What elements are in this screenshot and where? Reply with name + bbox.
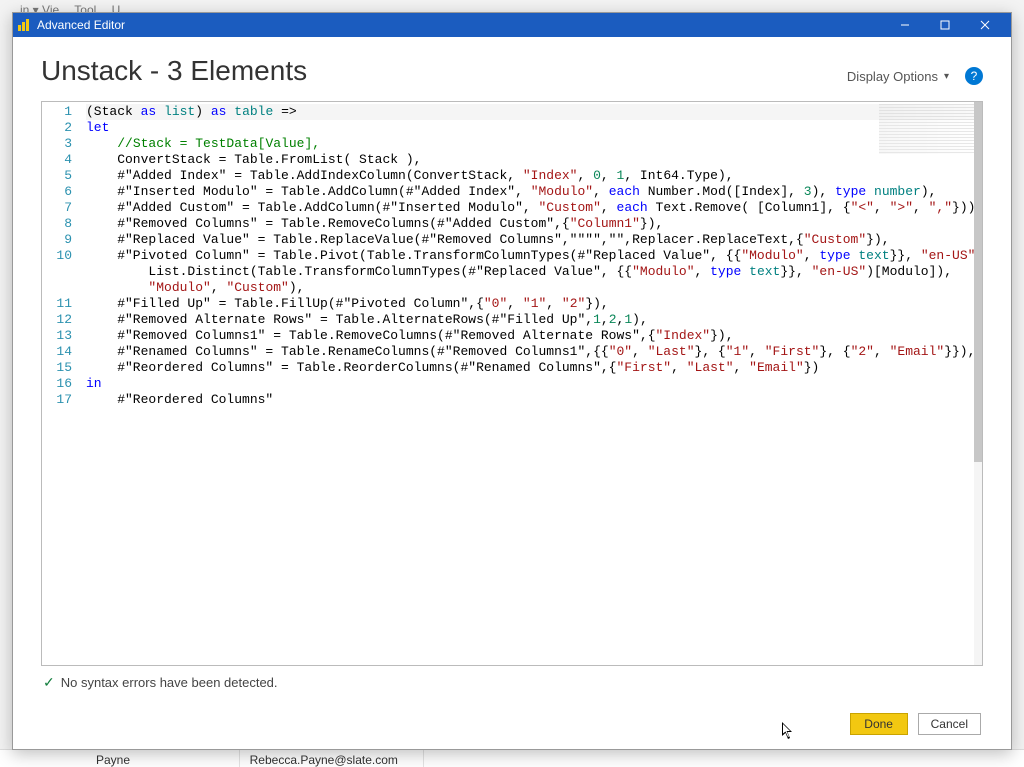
line-number: 1 bbox=[42, 104, 72, 120]
line-number: 8 bbox=[42, 216, 72, 232]
line-number bbox=[42, 280, 72, 296]
code-line[interactable]: let bbox=[86, 120, 982, 136]
window-title: Advanced Editor bbox=[37, 18, 885, 32]
code-line[interactable]: in bbox=[86, 376, 982, 392]
chevron-down-icon: ▾ bbox=[944, 71, 949, 82]
code-line[interactable]: #"Removed Alternate Rows" = Table.Altern… bbox=[86, 312, 982, 328]
background-row: Payne Rebecca.Payne@slate.com bbox=[0, 749, 1024, 767]
checkmark-icon: ✓ bbox=[43, 674, 55, 691]
status-text: No syntax errors have been detected. bbox=[61, 675, 278, 690]
maximize-button[interactable] bbox=[925, 13, 965, 37]
line-number: 13 bbox=[42, 328, 72, 344]
line-number: 7 bbox=[42, 200, 72, 216]
display-options-label: Display Options bbox=[847, 69, 938, 84]
line-number: 6 bbox=[42, 184, 72, 200]
line-number: 10 bbox=[42, 248, 72, 264]
bg-cell-email: Rebecca.Payne@slate.com bbox=[244, 750, 424, 767]
status-bar: ✓ No syntax errors have been detected. bbox=[41, 666, 983, 691]
line-number: 15 bbox=[42, 360, 72, 376]
code-line[interactable]: #"Added Index" = Table.AddIndexColumn(Co… bbox=[86, 168, 982, 184]
line-number: 14 bbox=[42, 344, 72, 360]
vertical-scrollbar[interactable] bbox=[974, 102, 982, 665]
bg-cell-lastname: Payne bbox=[90, 750, 240, 767]
page-title: Unstack - 3 Elements bbox=[41, 55, 841, 87]
advanced-editor-window: Advanced Editor Unstack - 3 Elements Dis… bbox=[12, 12, 1012, 750]
help-icon[interactable]: ? bbox=[965, 67, 983, 85]
code-line[interactable]: //Stack = TestData[Value], bbox=[86, 136, 982, 152]
code-line[interactable]: #"Reordered Columns" = Table.ReorderColu… bbox=[86, 360, 982, 376]
code-line[interactable]: List.Distinct(Table.TransformColumnTypes… bbox=[86, 264, 982, 280]
code-line[interactable]: #"Renamed Columns" = Table.RenameColumns… bbox=[86, 344, 982, 360]
code-line[interactable]: #"Removed Columns1" = Table.RemoveColumn… bbox=[86, 328, 982, 344]
power-bi-icon bbox=[17, 18, 31, 32]
minimap[interactable] bbox=[879, 104, 974, 154]
code-line[interactable]: (Stack as list) as table => bbox=[86, 104, 982, 120]
line-number: 4 bbox=[42, 152, 72, 168]
code-editor[interactable]: 1234567891011121314151617 (Stack as list… bbox=[41, 101, 983, 666]
code-line[interactable]: ConvertStack = Table.FromList( Stack ), bbox=[86, 152, 982, 168]
minimize-button[interactable] bbox=[885, 13, 925, 37]
titlebar[interactable]: Advanced Editor bbox=[13, 13, 1011, 37]
line-number: 2 bbox=[42, 120, 72, 136]
line-number bbox=[42, 264, 72, 280]
line-number-gutter: 1234567891011121314151617 bbox=[42, 102, 82, 665]
line-number: 16 bbox=[42, 376, 72, 392]
code-line[interactable]: "Modulo", "Custom"), bbox=[86, 280, 982, 296]
done-button[interactable]: Done bbox=[850, 713, 908, 735]
code-line[interactable]: #"Inserted Modulo" = Table.AddColumn(#"A… bbox=[86, 184, 982, 200]
line-number: 12 bbox=[42, 312, 72, 328]
code-line[interactable]: #"Removed Columns" = Table.RemoveColumns… bbox=[86, 216, 982, 232]
line-number: 9 bbox=[42, 232, 72, 248]
line-number: 5 bbox=[42, 168, 72, 184]
code-line[interactable]: #"Pivoted Column" = Table.Pivot(Table.Tr… bbox=[86, 248, 982, 264]
close-button[interactable] bbox=[965, 13, 1005, 37]
line-number: 11 bbox=[42, 296, 72, 312]
code-area[interactable]: (Stack as list) as table =>let //Stack =… bbox=[82, 102, 982, 665]
code-line[interactable]: #"Filled Up" = Table.FillUp(#"Pivoted Co… bbox=[86, 296, 982, 312]
line-number: 3 bbox=[42, 136, 72, 152]
cancel-button[interactable]: Cancel bbox=[918, 713, 981, 735]
line-number: 17 bbox=[42, 392, 72, 408]
code-line[interactable]: #"Added Custom" = Table.AddColumn(#"Inse… bbox=[86, 200, 982, 216]
code-line[interactable]: #"Replaced Value" = Table.ReplaceValue(#… bbox=[86, 232, 982, 248]
code-line[interactable]: #"Reordered Columns" bbox=[86, 392, 982, 408]
display-options-dropdown[interactable]: Display Options ▾ bbox=[841, 65, 955, 88]
